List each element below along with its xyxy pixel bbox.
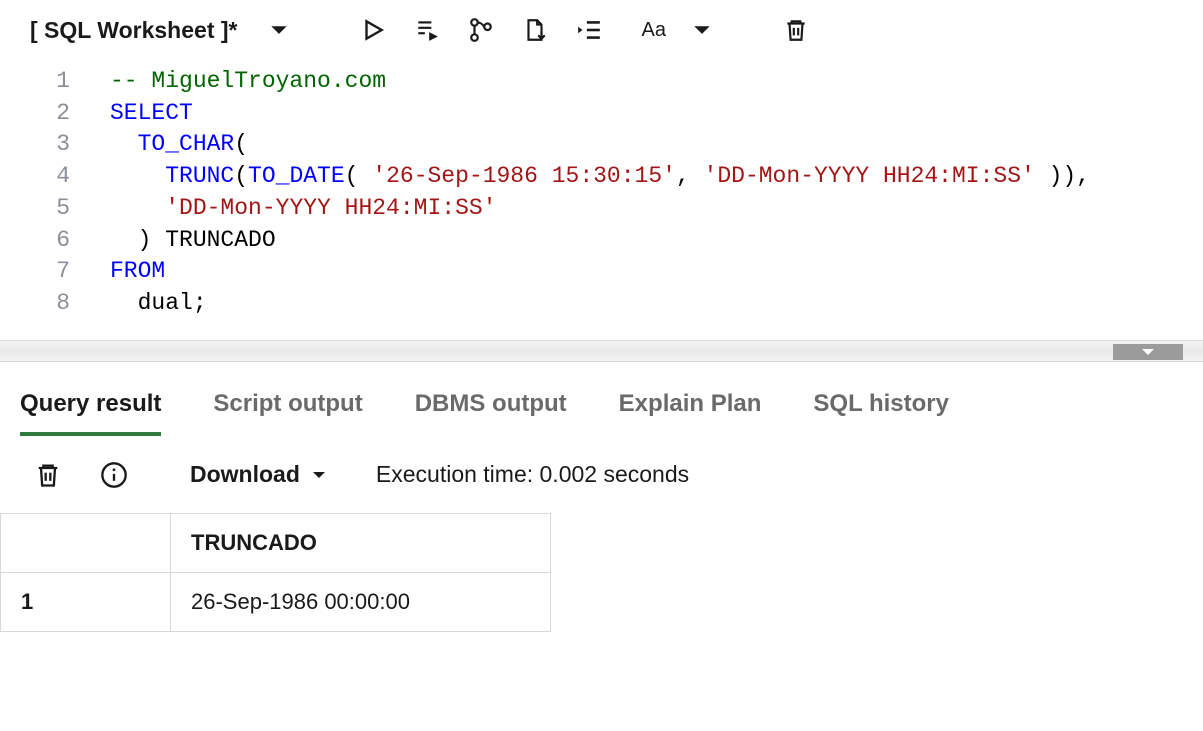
save-button[interactable] [513,8,557,52]
worksheet-menu-button[interactable] [257,8,301,52]
line-number: 8 [0,288,110,320]
play-icon [360,17,386,43]
code-line[interactable]: 6 ) TRUNCADO [0,225,1203,257]
code-line[interactable]: 8 dual; [0,288,1203,320]
result-table: TRUNCADO126-Sep-1986 00:00:00 [0,513,1203,632]
trash-icon [783,17,809,43]
code-text[interactable]: FROM [110,256,165,288]
tab-query-result[interactable]: Query result [20,380,161,436]
cell[interactable]: 26-Sep-1986 00:00:00 [171,572,551,631]
worksheet-title: [ SQL Worksheet ]* [30,17,237,44]
pane-splitter[interactable] [0,340,1203,362]
font-size-label: Aa [641,19,665,42]
line-number: 5 [0,193,110,225]
column-header[interactable]: TRUNCADO [171,513,551,572]
code-text[interactable]: dual; [110,288,207,320]
run-script-icon [414,17,440,43]
run-button[interactable] [351,8,395,52]
code-text[interactable]: -- MiguelTroyano.com [110,66,386,98]
worksheet-toolbar: [ SQL Worksheet ]* Aa [0,0,1203,60]
tab-script-output[interactable]: Script output [213,380,362,436]
sql-editor[interactable]: 1-- MiguelTroyano.com2SELECT3 TO_CHAR(4 … [0,60,1203,340]
line-number: 2 [0,98,110,130]
table-row[interactable]: 126-Sep-1986 00:00:00 [1,572,1203,631]
run-script-button[interactable] [405,8,449,52]
result-clear-button[interactable] [28,455,68,495]
result-info-button[interactable] [94,455,134,495]
tab-sql-history[interactable]: SQL history [813,380,949,436]
line-number: 1 [0,66,110,98]
clear-button[interactable] [774,8,818,52]
trash-icon [34,461,62,489]
row-number: 1 [1,572,171,631]
code-line[interactable]: 2SELECT [0,98,1203,130]
tab-dbms-output[interactable]: DBMS output [415,380,567,436]
tab-explain-plan[interactable]: Explain Plan [619,380,762,436]
line-number: 7 [0,256,110,288]
result-tabs: Query result Script output DBMS output Expl… [0,362,1203,437]
download-label: Download [190,461,300,488]
execution-time-label: Execution time: 0.002 seconds [376,461,689,488]
chevron-down-icon [269,20,289,40]
code-line[interactable]: 5 'DD-Mon-YYYY HH24:MI:SS' [0,193,1203,225]
branch-icon [468,17,494,43]
explain-plan-button[interactable] [459,8,503,52]
code-line[interactable]: 1-- MiguelTroyano.com [0,66,1203,98]
code-line[interactable]: 4 TRUNC(TO_DATE( '26-Sep-1986 15:30:15',… [0,161,1203,193]
code-text[interactable]: 'DD-Mon-YYYY HH24:MI:SS' [110,193,496,225]
result-toolbar: Download Execution time: 0.002 seconds [0,437,1203,513]
line-number: 4 [0,161,110,193]
splitter-handle[interactable] [1113,344,1183,360]
chevron-down-icon [310,466,328,484]
file-download-icon [522,17,548,43]
code-text[interactable]: TO_CHAR( [110,129,248,161]
line-number: 6 [0,225,110,257]
indent-icon [576,17,602,43]
row-number-header [1,513,171,572]
code-line[interactable]: 3 TO_CHAR( [0,129,1203,161]
code-line[interactable]: 7FROM [0,256,1203,288]
download-menu[interactable]: Download [190,461,328,488]
line-number: 3 [0,129,110,161]
info-icon [100,461,128,489]
format-button[interactable] [567,8,611,52]
chevron-down-icon [692,20,712,40]
font-size-menu-button[interactable] [680,8,724,52]
code-text[interactable]: ) TRUNCADO [110,225,276,257]
code-text[interactable]: SELECT [110,98,193,130]
code-text[interactable]: TRUNC(TO_DATE( '26-Sep-1986 15:30:15', '… [110,161,1090,193]
